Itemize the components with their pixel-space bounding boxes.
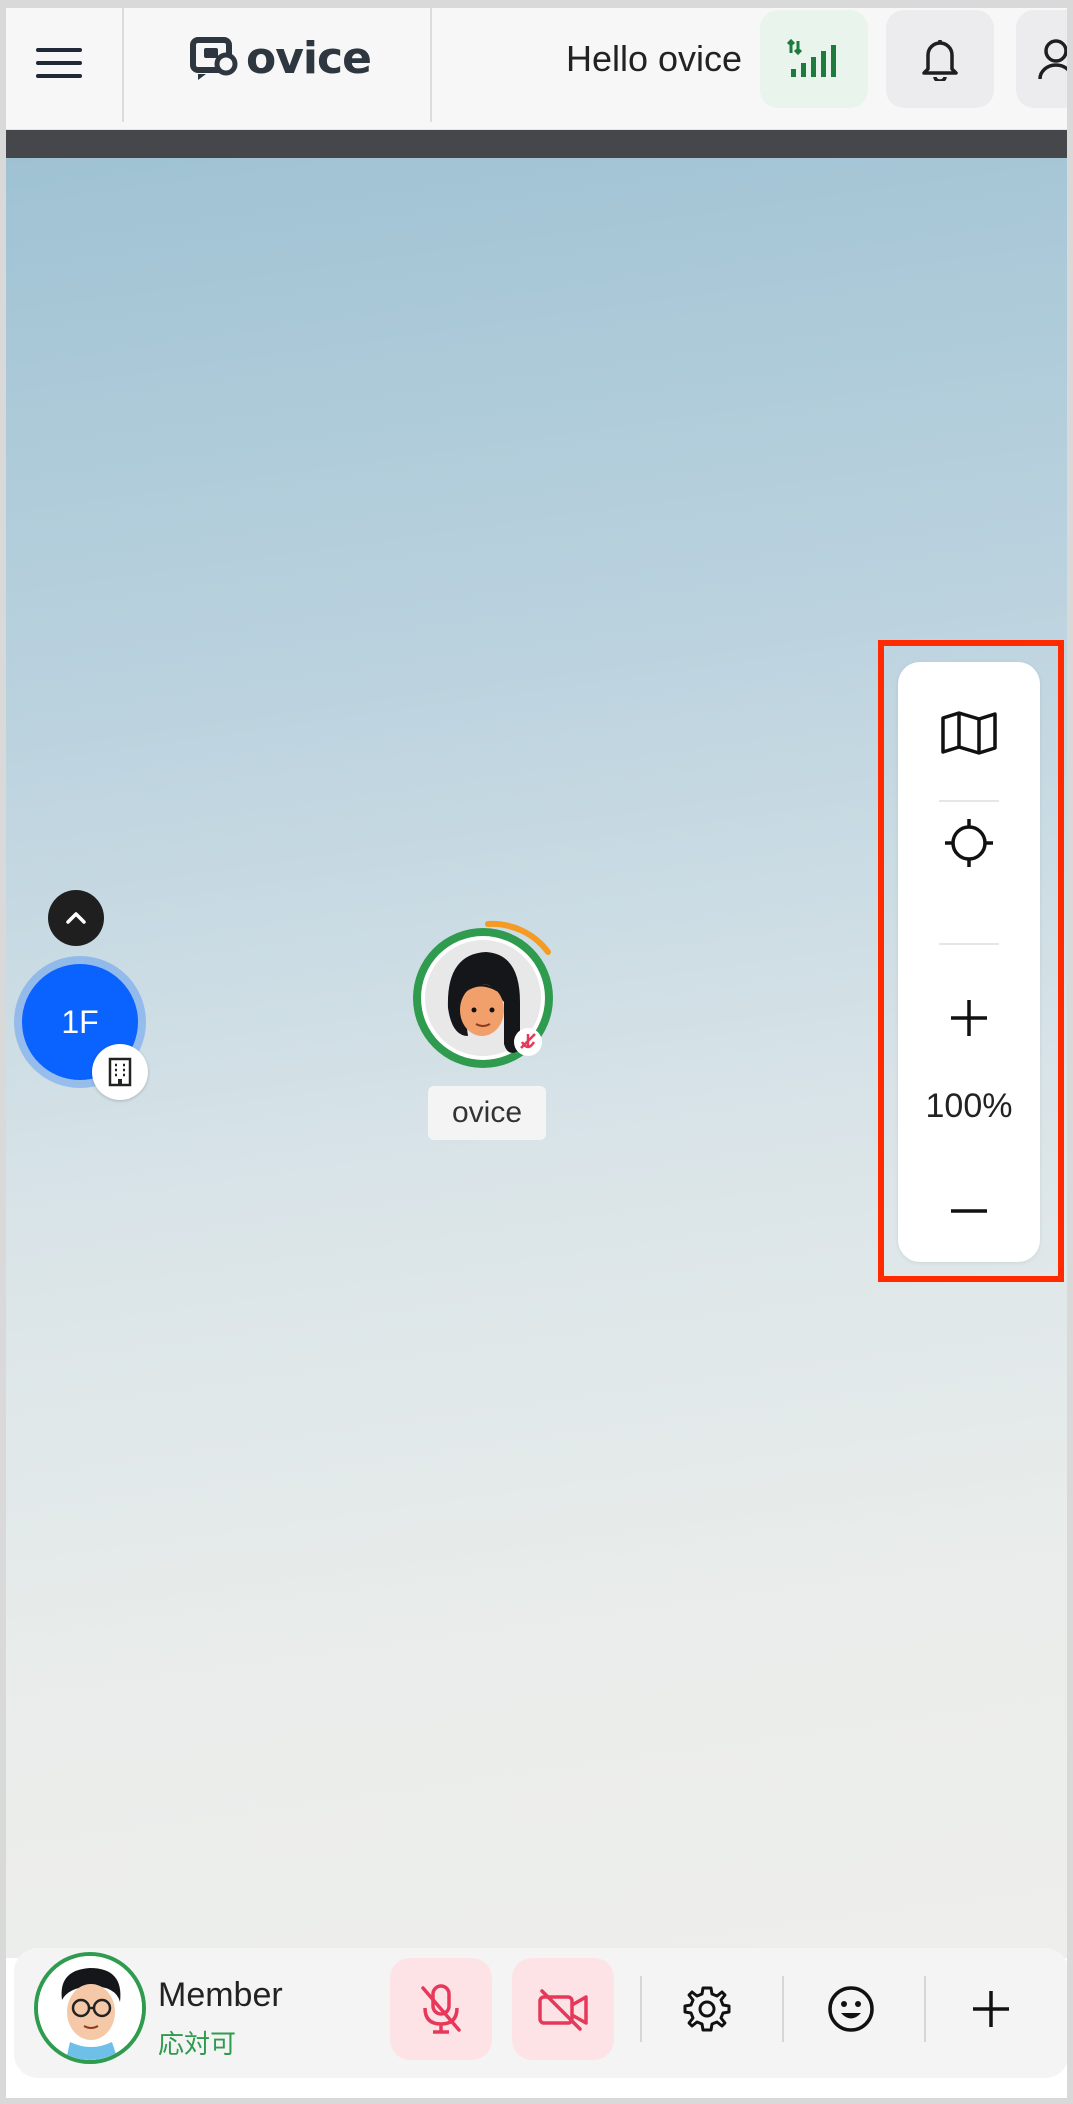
bell-icon <box>922 40 958 81</box>
header-divider <box>430 8 432 122</box>
ovice-logo[interactable]: ovice <box>190 28 372 88</box>
user-icon <box>1038 39 1067 80</box>
hamburger-icon <box>36 48 82 52</box>
notifications-button[interactable] <box>886 10 994 108</box>
zoom-level: 100% <box>925 1087 1013 1125</box>
my-status[interactable]: 応対可 <box>158 2024 236 2061</box>
add-button[interactable] <box>940 1958 1042 2060</box>
plus-icon <box>973 1991 1009 2027</box>
floor-expand-button[interactable] <box>48 890 104 946</box>
building-badge[interactable] <box>92 1044 148 1100</box>
user-avatar-ovice[interactable] <box>408 918 558 1068</box>
my-name: Member <box>158 1976 283 2014</box>
connection-status-button[interactable] <box>760 10 868 108</box>
gear-icon <box>683 1986 731 2032</box>
reaction-button[interactable] <box>800 1958 902 2060</box>
recenter-button[interactable] <box>898 798 1040 888</box>
app-frame: ovice Hello ovice 100% 1F ovice Member 応… <box>6 8 1067 2098</box>
my-avatar-illustration <box>38 1956 142 2060</box>
camera-toggle-button[interactable] <box>512 1958 614 2060</box>
chevron-up-icon <box>66 912 86 924</box>
toolbar-divider <box>782 1976 784 2042</box>
avatar-name-label: ovice <box>428 1086 546 1140</box>
building-icon <box>108 1057 132 1087</box>
profile-button[interactable] <box>1016 10 1067 108</box>
minimap-button[interactable] <box>898 688 1040 778</box>
logo-text: ovice <box>246 32 372 84</box>
header-divider <box>122 8 124 122</box>
space-map[interactable]: 100% 1F ovice <box>6 158 1067 1958</box>
top-header: ovice Hello ovice <box>6 8 1067 130</box>
zoom-control-panel: 100% <box>898 662 1040 1262</box>
menu-button[interactable] <box>28 38 90 88</box>
avatar-illustration <box>413 920 553 1068</box>
plus-icon <box>951 1000 987 1036</box>
microphone-toggle-button[interactable] <box>390 1958 492 2060</box>
toolbar-strip <box>6 130 1067 158</box>
zoom-out-button[interactable] <box>898 1166 1040 1256</box>
my-avatar[interactable] <box>34 1952 146 2064</box>
greeting-text: Hello ovice <box>566 38 743 79</box>
ovice-logo-icon <box>190 37 238 80</box>
camera-off-icon <box>538 1989 588 2031</box>
zoom-in-button[interactable] <box>898 973 1040 1063</box>
map-icon <box>941 711 997 755</box>
toolbar-divider <box>924 1976 926 2042</box>
crosshair-icon <box>945 819 993 867</box>
smiley-icon <box>828 1986 874 2032</box>
zoom-separator <box>939 943 999 945</box>
toolbar-divider <box>640 1976 642 2042</box>
mic-off-icon <box>421 1984 461 2034</box>
settings-button[interactable] <box>656 1958 758 2060</box>
signal-icon <box>787 39 836 77</box>
minus-icon <box>951 1209 987 1213</box>
